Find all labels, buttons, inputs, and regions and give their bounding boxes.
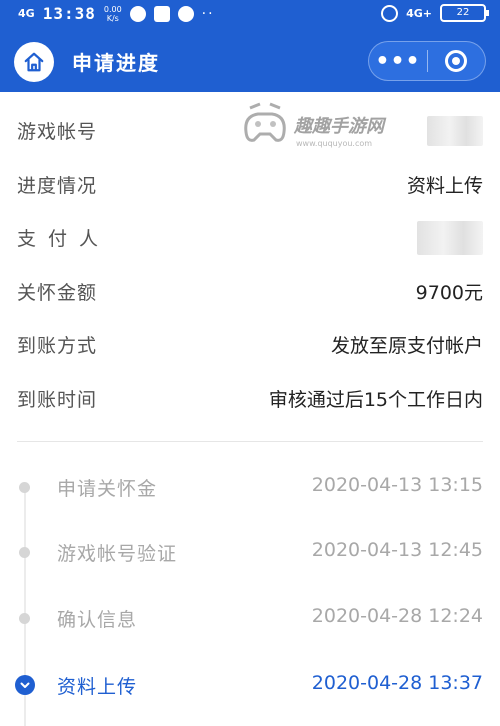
speed-value: 0.00	[103, 4, 122, 14]
network-4g-plus: 4G+	[406, 6, 432, 20]
status-left: 4G 13:38 0.00 K/s ··	[18, 4, 215, 23]
info-label: 支付人	[17, 228, 111, 251]
nav-header: 申请进度 •••	[0, 30, 500, 92]
battery-icon: 22	[440, 4, 489, 22]
timeline-dot	[19, 613, 30, 624]
close-ring-icon	[445, 50, 468, 72]
step-time: 2020-04-28 13:37	[311, 672, 483, 694]
step-time: 2020-04-13 12:45	[311, 539, 483, 561]
status-right: 4G+ 22	[381, 4, 489, 22]
network-indicator: 4G	[18, 7, 35, 20]
info-label: 到账方式	[17, 335, 98, 358]
info-row-arrival-time: 到账时间 审核通过后15个工作日内	[0, 372, 500, 426]
gamepad-icon: 趣趣手游网 www.ququyou.com	[244, 102, 387, 148]
watermark-url: www.ququyou.com	[296, 139, 372, 148]
close-button[interactable]	[428, 41, 485, 81]
app-notification-icon-2	[153, 5, 170, 22]
info-row-progress: 进度情况 资料上传	[0, 158, 500, 212]
watermark-logo: 趣趣手游网 www.ququyou.com	[240, 102, 400, 152]
check-chevron-icon	[20, 682, 30, 688]
timeline-step: 申请关怀金 2020-04-13 13:15	[0, 467, 500, 507]
info-list: 游戏帐号 进度情况 资料上传 支付人 关怀金额 9700元 到账方式 发放至原支…	[0, 104, 500, 425]
status-bar: 4G 13:38 0.00 K/s ·· 4G+ 22	[0, 0, 500, 30]
timeline-dot	[19, 482, 30, 493]
more-notifications: ··	[201, 5, 215, 22]
speed-unit: K/s	[106, 13, 119, 23]
info-label: 进度情况	[17, 174, 98, 197]
step-name: 申请关怀金	[57, 478, 158, 500]
home-icon	[24, 52, 44, 72]
step-name: 确认信息	[57, 609, 138, 631]
info-row-method: 到账方式 发放至原支付帐户	[0, 318, 500, 372]
info-value: 9700元	[415, 281, 483, 304]
app-notification-icon	[129, 5, 146, 22]
watermark-brand: 趣趣手游网	[293, 116, 387, 137]
step-name: 游戏帐号验证	[57, 543, 178, 565]
home-button[interactable]	[14, 42, 54, 82]
masked-value	[417, 220, 483, 255]
section-divider	[17, 441, 483, 442]
timeline-dot-active	[15, 675, 35, 695]
timeline-step: 确认信息 2020-04-28 12:24	[0, 598, 500, 638]
app-notification-icon-3	[177, 5, 194, 22]
page-title: 申请进度	[72, 51, 160, 75]
masked-value	[427, 115, 483, 146]
network-speed: 0.00 K/s	[104, 5, 122, 23]
timeline-step-current: 资料上传 2020-04-28 13:37	[0, 665, 500, 705]
info-row-amount: 关怀金额 9700元	[0, 265, 500, 319]
info-row-payer: 支付人	[0, 211, 500, 265]
info-label: 到账时间	[17, 388, 98, 411]
timeline-step: 游戏帐号验证 2020-04-13 12:45	[0, 532, 500, 572]
mini-program-capsule: •••	[368, 41, 486, 81]
more-button[interactable]: •••	[369, 41, 427, 81]
info-value: 审核通过后15个工作日内	[268, 388, 483, 411]
step-time: 2020-04-28 12:24	[311, 605, 483, 627]
status-time: 13:38	[42, 4, 96, 23]
step-name: 资料上传	[57, 676, 138, 698]
info-value: 资料上传	[406, 174, 483, 197]
alarm-icon	[381, 4, 399, 22]
info-label: 关怀金额	[17, 281, 98, 304]
timeline-dot	[19, 547, 30, 558]
step-time: 2020-04-13 13:15	[311, 474, 483, 496]
info-value: 发放至原支付帐户	[330, 335, 483, 358]
info-label: 游戏帐号	[17, 121, 98, 144]
